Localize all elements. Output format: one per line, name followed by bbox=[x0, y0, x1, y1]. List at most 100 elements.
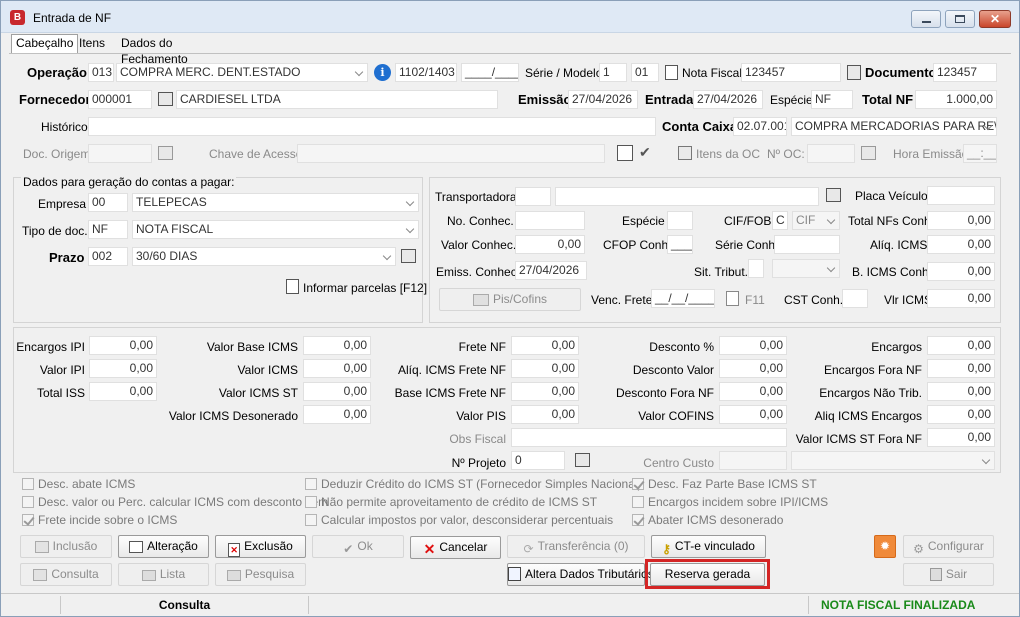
search-prazo-icon[interactable] bbox=[401, 249, 416, 263]
search-oc-icon[interactable] bbox=[861, 146, 876, 160]
serie-conh-field[interactable] bbox=[774, 235, 840, 254]
conta-caixa-code-field[interactable]: 02.07.001 bbox=[733, 117, 787, 136]
vlr-icms-field[interactable]: 0,00 bbox=[927, 289, 995, 308]
valor-icms-st-fora-field[interactable]: 0,00 bbox=[927, 428, 995, 447]
transportadora-name-field[interactable] bbox=[555, 187, 819, 206]
obs-fiscal-field[interactable] bbox=[511, 428, 787, 447]
chk-abater-icms-desonerado[interactable]: Abater ICMS desonerado bbox=[632, 513, 783, 527]
cfop-conh-field[interactable]: ____ bbox=[667, 235, 693, 254]
tipo-doc-code-field[interactable]: NF bbox=[88, 220, 128, 239]
emissao-field[interactable]: 27/04/2026 bbox=[568, 90, 638, 109]
altera-dados-tributarios-button[interactable]: Altera Dados Tributários bbox=[507, 563, 654, 586]
cif-combo[interactable]: CIF bbox=[792, 211, 840, 230]
cfop-extra-field[interactable]: ____/____ bbox=[461, 63, 519, 82]
prazo-code-field[interactable]: 002 bbox=[88, 247, 128, 266]
cancelar-button[interactable]: ✕ Cancelar bbox=[410, 536, 501, 559]
especie-conh-field[interactable] bbox=[667, 211, 693, 230]
operacao-code-field[interactable]: 013 bbox=[88, 63, 114, 82]
n-oc-field[interactable] bbox=[807, 144, 855, 163]
modelo-field[interactable]: 01 bbox=[631, 63, 659, 82]
search-fornecedor-icon[interactable] bbox=[158, 92, 173, 106]
configurar-button[interactable]: ⚙ Configurar bbox=[903, 535, 994, 558]
encargos-fora-field[interactable]: 0,00 bbox=[927, 359, 995, 378]
desconto-fora-field[interactable]: 0,00 bbox=[719, 382, 787, 401]
venc-frete-field[interactable]: __/__/____ bbox=[651, 289, 715, 308]
total-iss-field[interactable]: 0,00 bbox=[89, 382, 157, 401]
encargos-ipi-field[interactable]: 0,00 bbox=[89, 336, 157, 355]
valor-pis-field[interactable]: 0,00 bbox=[511, 405, 579, 424]
frete-nf-field[interactable]: 0,00 bbox=[511, 336, 579, 355]
chk-calcular-impostos-valor[interactable]: Calcular impostos por valor, desconsider… bbox=[305, 513, 613, 527]
tab-itens[interactable]: Itens bbox=[75, 35, 109, 53]
encargos-field[interactable]: 0,00 bbox=[927, 336, 995, 355]
empresa-combo[interactable]: TELEPECAS bbox=[132, 193, 419, 212]
minimize-button[interactable] bbox=[911, 10, 941, 28]
chk-desc-abate-icms[interactable]: Desc. abate ICMS bbox=[22, 477, 135, 491]
pesquisa-button[interactable]: Pesquisa bbox=[215, 563, 306, 586]
aliq-icms-encargos-field[interactable]: 0,00 bbox=[927, 405, 995, 424]
total-nfs-conh-field[interactable]: 0,00 bbox=[927, 211, 995, 230]
pis-cofins-button[interactable]: Pis/Cofins bbox=[439, 288, 581, 311]
chave-acesso-field[interactable] bbox=[297, 144, 605, 163]
transferencia-button[interactable]: ⟳ Transferência (0) bbox=[507, 535, 645, 558]
chk-desc-faz-parte-base[interactable]: Desc. Faz Parte Base ICMS ST bbox=[632, 477, 817, 491]
exclusao-button[interactable]: ✕ Exclusão bbox=[215, 535, 306, 558]
chk-frete-incide-icms[interactable]: Frete incide sobre o ICMS bbox=[22, 513, 177, 527]
especie-field[interactable]: NF bbox=[811, 90, 853, 109]
tip-button[interactable]: ✹ bbox=[874, 535, 896, 558]
ok-button[interactable]: ✔ Ok bbox=[312, 535, 404, 558]
hora-emissao-field[interactable]: __:__ bbox=[963, 144, 997, 163]
valor-base-icms-field[interactable]: 0,00 bbox=[303, 336, 371, 355]
transportadora-code-field[interactable] bbox=[515, 187, 551, 206]
alteracao-button[interactable]: Alteração bbox=[118, 535, 209, 558]
centro-custo-code-field[interactable] bbox=[719, 451, 787, 470]
informar-parcelas-link[interactable]: Informar parcelas [F12] bbox=[303, 281, 427, 295]
tab-dados-fechamento[interactable]: Dados do Fechamento bbox=[117, 35, 192, 66]
valor-conhec-field[interactable]: 0,00 bbox=[515, 235, 585, 254]
close-button[interactable]: ✕ bbox=[979, 10, 1011, 28]
emiss-conhec-field[interactable]: 27/04/2026 bbox=[515, 261, 587, 280]
chk-encargos-incidem[interactable]: Encargos incidem sobre IPI/ICMS bbox=[632, 495, 828, 509]
aliq-icms-frete-field[interactable]: 0,00 bbox=[511, 359, 579, 378]
sit-tribut-code-field[interactable] bbox=[748, 259, 764, 278]
edit-icon[interactable] bbox=[617, 145, 633, 161]
cfop-field[interactable]: 1102/1403 bbox=[395, 63, 457, 82]
desconto-pct-field[interactable]: 0,00 bbox=[719, 336, 787, 355]
aliq-icms-field[interactable]: 0,00 bbox=[927, 235, 995, 254]
placa-veiculo-field[interactable] bbox=[927, 186, 995, 205]
info-icon[interactable]: i bbox=[374, 64, 391, 81]
total-nf-field[interactable]: 1.000,00 bbox=[915, 90, 997, 109]
search-transportadora-icon[interactable] bbox=[826, 188, 841, 202]
cst-conh-field[interactable] bbox=[842, 289, 868, 308]
entrada-field[interactable]: 27/04/2026 bbox=[693, 90, 763, 109]
sair-button[interactable]: Sair bbox=[903, 563, 994, 586]
sit-tribut-combo[interactable] bbox=[772, 259, 840, 278]
serie-field[interactable]: 1 bbox=[599, 63, 627, 82]
n-projeto-field[interactable]: 0 bbox=[511, 451, 565, 470]
maximize-button[interactable] bbox=[945, 10, 975, 28]
doc-origem-field[interactable] bbox=[88, 144, 152, 163]
fornecedor-code-field[interactable]: 000001 bbox=[88, 90, 152, 109]
check-icon[interactable]: ✔ bbox=[639, 144, 655, 160]
fornecedor-name-field[interactable]: CARDIESEL LTDA bbox=[176, 90, 498, 109]
desconto-valor-field[interactable]: 0,00 bbox=[719, 359, 787, 378]
empresa-code-field[interactable]: 00 bbox=[88, 193, 128, 212]
prazo-combo[interactable]: 30/60 DIAS bbox=[132, 247, 396, 266]
chk-desc-valor-perc[interactable]: Desc. valor ou Perc. calcular ICMS com d… bbox=[22, 495, 328, 509]
lista-button[interactable]: Lista bbox=[118, 563, 209, 586]
search-doc-icon[interactable] bbox=[158, 146, 173, 160]
valor-cofins-field[interactable]: 0,00 bbox=[719, 405, 787, 424]
cif-code-field[interactable]: C bbox=[772, 211, 788, 230]
historico-field[interactable] bbox=[88, 117, 656, 136]
chk-deduzir-credito-icms-st[interactable]: Deduzir Crédito do ICMS ST (Fornecedor S… bbox=[305, 477, 642, 491]
b-icms-conh-field[interactable]: 0,00 bbox=[927, 262, 995, 281]
tab-cabecalho[interactable]: Cabeçalho bbox=[11, 34, 79, 54]
chk-nao-permite-aproveitamento[interactable]: Não permite aproveitamento de crédito de… bbox=[305, 495, 597, 509]
encargos-nao-trib-field[interactable]: 0,00 bbox=[927, 382, 995, 401]
inclusao-button[interactable]: Inclusão bbox=[20, 535, 112, 558]
valor-icms-desonerado-field[interactable]: 0,00 bbox=[303, 405, 371, 424]
base-icms-frete-field[interactable]: 0,00 bbox=[511, 382, 579, 401]
no-conhec-field[interactable] bbox=[515, 211, 585, 230]
nota-fiscal-field[interactable]: 123457 bbox=[741, 63, 841, 82]
valor-icms-st-field[interactable]: 0,00 bbox=[303, 382, 371, 401]
